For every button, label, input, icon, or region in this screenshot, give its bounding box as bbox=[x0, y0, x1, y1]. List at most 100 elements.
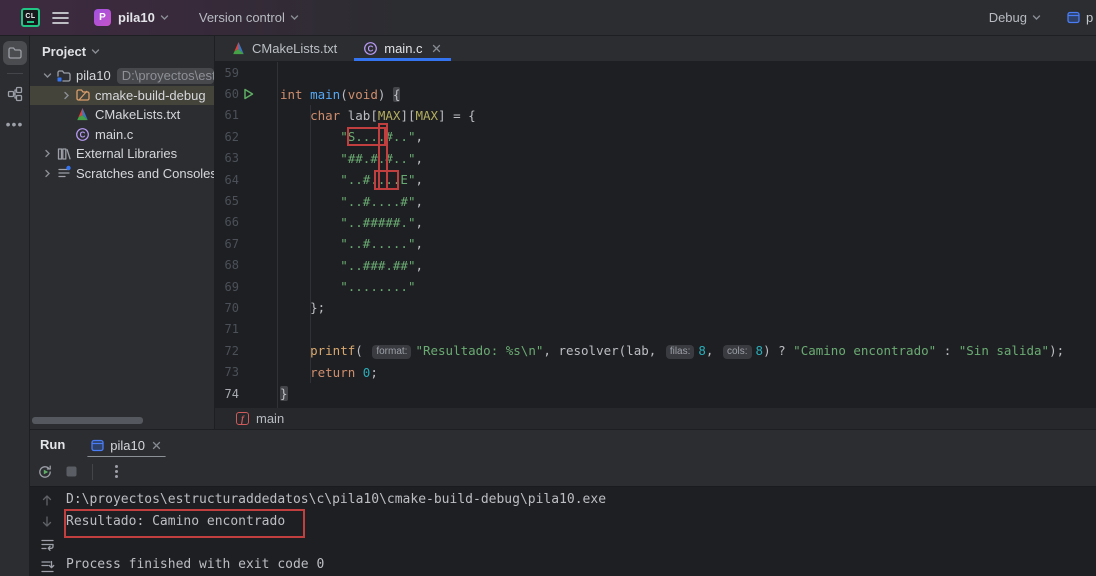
line-number[interactable]: 60 bbox=[215, 87, 239, 101]
clion-window: CL P pila10 Version control Debug p ••• … bbox=[0, 0, 1096, 576]
clion-logo-icon: CL bbox=[21, 8, 40, 27]
line-number[interactable]: 71 bbox=[215, 322, 239, 336]
code-line-59[interactable]: 59 bbox=[215, 62, 1096, 83]
code-line-70[interactable]: 70 }; bbox=[215, 297, 1096, 318]
svg-text:C: C bbox=[80, 130, 86, 139]
code-line-66[interactable]: 66 "..#####.", bbox=[215, 212, 1096, 233]
code-line-61[interactable]: 61 char lab[MAX][MAX] = { bbox=[215, 105, 1096, 126]
close-icon[interactable] bbox=[151, 440, 162, 451]
code-line-64[interactable]: 64 "..#....E", bbox=[215, 169, 1096, 190]
stop-button[interactable] bbox=[60, 461, 82, 483]
horizontal-scrollbar[interactable] bbox=[32, 417, 143, 424]
code-line-68[interactable]: 68 "..###.##", bbox=[215, 255, 1096, 276]
code-text: "........" bbox=[277, 279, 415, 294]
code-text: }; bbox=[277, 300, 325, 315]
tree-item-label: cmake-build-debug bbox=[95, 88, 206, 103]
chevron-down-icon[interactable] bbox=[1030, 11, 1043, 24]
line-number[interactable]: 74 bbox=[215, 387, 239, 401]
code-line-67[interactable]: 67 "..#.....", bbox=[215, 233, 1096, 254]
tree-item-cmakelists-txt[interactable]: CMakeLists.txt bbox=[30, 105, 214, 125]
project-avatar: P bbox=[94, 9, 111, 26]
project-widget[interactable]: pila10 bbox=[118, 10, 155, 25]
chevron-right-icon[interactable] bbox=[59, 89, 74, 102]
project-panel-header[interactable]: Project bbox=[30, 36, 214, 66]
tree-item-cmake-build-debug[interactable]: cmake-build-debug bbox=[30, 86, 214, 106]
chevron-down-icon[interactable] bbox=[89, 45, 102, 58]
chevron-down-icon[interactable] bbox=[158, 11, 171, 24]
code-line-65[interactable]: 65 "..#....#", bbox=[215, 190, 1096, 211]
code-text: "..#.....", bbox=[277, 236, 423, 251]
code-line-69[interactable]: 69 "........" bbox=[215, 276, 1096, 297]
project-tree: pila10D:\proyectos\estruct cmake-build-de… bbox=[30, 66, 214, 183]
code-line-63[interactable]: 63 "##.#.#..", bbox=[215, 148, 1096, 169]
tree-item-external-libraries[interactable]: External Libraries bbox=[30, 144, 214, 164]
project-tool-button[interactable] bbox=[3, 41, 27, 65]
line-number[interactable]: 67 bbox=[215, 237, 239, 251]
line-number[interactable]: 62 bbox=[215, 130, 239, 144]
cmake-icon bbox=[74, 107, 91, 122]
soft-wrap-button[interactable] bbox=[40, 533, 55, 555]
code-line-60[interactable]: 60int main(void) { bbox=[215, 83, 1096, 104]
editor[interactable]: CMakeLists.txtCmain.c 5960int main(void)… bbox=[215, 36, 1096, 408]
scroll-to-end-button[interactable] bbox=[40, 555, 55, 576]
app-window-icon bbox=[91, 439, 104, 452]
tree-item-pila10[interactable]: pila10D:\proyectos\estruct bbox=[30, 66, 214, 86]
rerun-button[interactable] bbox=[34, 461, 56, 483]
run-config-name[interactable]: p bbox=[1086, 10, 1096, 25]
line-number[interactable]: 61 bbox=[215, 108, 239, 122]
tool-window-rail: ••• bbox=[0, 36, 30, 576]
code-text: printf( format:"Resultado: %s\n", resolv… bbox=[277, 343, 1064, 359]
line-number[interactable]: 70 bbox=[215, 301, 239, 315]
toolbar-separator bbox=[92, 464, 93, 480]
version-control-widget[interactable]: Version control bbox=[199, 10, 285, 25]
function-icon: f bbox=[236, 412, 249, 425]
code-line-71[interactable]: 71 bbox=[215, 319, 1096, 340]
chevron-right-icon[interactable] bbox=[40, 167, 55, 180]
code-text: return 0; bbox=[277, 365, 378, 380]
line-number[interactable]: 65 bbox=[215, 194, 239, 208]
run-mode-widget[interactable]: Debug bbox=[989, 10, 1027, 25]
main-menu-button[interactable] bbox=[48, 6, 72, 30]
code-line-62[interactable]: 62 "S....#..", bbox=[215, 126, 1096, 147]
line-number[interactable]: 72 bbox=[215, 344, 239, 358]
inlay-hint: filas: bbox=[666, 345, 695, 359]
line-number[interactable]: 59 bbox=[215, 66, 239, 80]
svg-text:C: C bbox=[368, 44, 374, 53]
run-gutter-icon[interactable] bbox=[243, 88, 254, 100]
more-tool-windows-button[interactable]: ••• bbox=[0, 116, 29, 132]
line-number[interactable]: 68 bbox=[215, 258, 239, 272]
chevron-down-icon[interactable] bbox=[40, 69, 55, 82]
tree-item-scratches-and-consoles[interactable]: Scratches and Consoles bbox=[30, 164, 214, 184]
code-line-72[interactable]: 72 printf( format:"Resultado: %s\n", res… bbox=[215, 340, 1096, 361]
inlay-hint: cols: bbox=[723, 345, 752, 359]
editor-tab-bar: CMakeLists.txtCmain.c bbox=[215, 36, 1096, 62]
code-line-73[interactable]: 73 return 0; bbox=[215, 361, 1096, 382]
structure-tool-button[interactable] bbox=[3, 82, 27, 106]
rerun-icon bbox=[37, 464, 53, 480]
code-line-74[interactable]: 74} bbox=[215, 383, 1096, 404]
tab-label: main.c bbox=[384, 41, 422, 56]
run-config-icon[interactable] bbox=[1067, 11, 1080, 24]
breadcrumb-function[interactable]: main bbox=[256, 411, 284, 426]
chevron-down-icon[interactable] bbox=[288, 11, 301, 24]
c-file-icon: C bbox=[74, 127, 91, 142]
scroll-up-button[interactable] bbox=[40, 489, 54, 511]
chevron-right-icon[interactable] bbox=[40, 147, 55, 160]
c-file-icon: C bbox=[363, 41, 378, 56]
line-number[interactable]: 73 bbox=[215, 365, 239, 379]
code-text: "S....#..", bbox=[277, 129, 423, 144]
close-icon[interactable] bbox=[431, 43, 442, 54]
line-number[interactable]: 64 bbox=[215, 173, 239, 187]
more-options-button[interactable] bbox=[105, 461, 127, 483]
run-console[interactable]: D:\proyectos\estructuraddedatos\c\pila10… bbox=[30, 487, 1096, 576]
line-number[interactable]: 66 bbox=[215, 215, 239, 229]
editor-tab-main-c[interactable]: Cmain.c bbox=[350, 36, 454, 61]
run-tab-pila10[interactable]: pila10 bbox=[89, 435, 164, 456]
tree-item-main-c[interactable]: Cmain.c bbox=[30, 125, 214, 145]
line-number[interactable]: 63 bbox=[215, 151, 239, 165]
editor-tab-cmakelists-txt[interactable]: CMakeLists.txt bbox=[218, 36, 350, 61]
code-area[interactable]: 59 60int main(void) {61 char lab[MAX][MAX… bbox=[215, 62, 1096, 404]
scroll-down-button[interactable] bbox=[40, 511, 54, 533]
line-number[interactable]: 69 bbox=[215, 280, 239, 294]
arrow-down-icon bbox=[40, 515, 54, 529]
